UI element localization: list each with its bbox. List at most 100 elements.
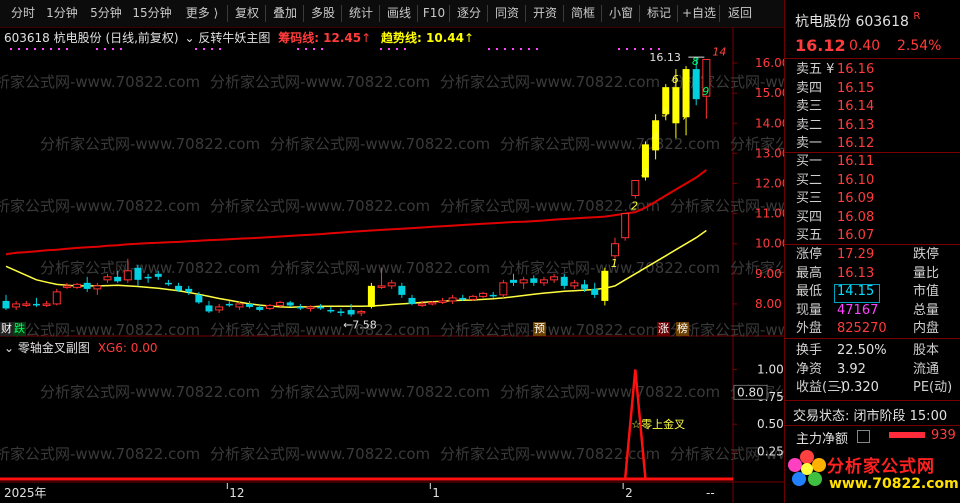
tab-5min[interactable]: 5分钟 <box>84 0 128 27</box>
btn-same-fund[interactable]: 同资 <box>488 0 526 27</box>
btn-mark[interactable]: 标记 <box>640 0 678 27</box>
price-change-pct: 2.54% <box>897 38 942 54</box>
btn-back[interactable]: 返回 <box>720 0 760 27</box>
candle-body <box>73 283 82 288</box>
top-marker-dot <box>488 48 490 50</box>
bid-row[interactable]: 买二 16.10 <box>785 172 960 190</box>
row-value: 16.07 <box>837 228 875 243</box>
candle-body <box>215 306 224 311</box>
candle-body <box>631 179 640 197</box>
sub-indicator-name[interactable]: 零轴金叉副图 <box>18 341 90 355</box>
tab-more[interactable]: 更多 ⟩ <box>176 0 228 27</box>
y-tick-label: 8.00 <box>755 297 782 311</box>
btn-restore[interactable]: 复权 <box>228 0 266 27</box>
row-label-2: PE(动) <box>913 380 953 395</box>
candle-body <box>246 303 254 307</box>
finance-flag[interactable]: 财 <box>0 322 13 336</box>
wave-label: 4 <box>651 130 658 143</box>
candle-body <box>134 267 142 280</box>
row-value: 16.09 <box>837 191 875 206</box>
ask-row[interactable]: 卖二 16.13 <box>785 117 960 135</box>
stat-row[interactable]: 最高 16.13 量比 <box>785 265 960 283</box>
row-value: 16.10 <box>837 172 875 188</box>
divider <box>785 338 960 339</box>
bid-row[interactable]: 买三 16.09 <box>785 190 960 208</box>
top-marker-dot <box>536 48 538 50</box>
rank-flag[interactable]: 榜 <box>676 322 689 336</box>
ask-row[interactable]: 卖四 16.15 <box>785 80 960 98</box>
btn-draw[interactable]: 画线 <box>380 0 418 27</box>
chevron-down-icon[interactable]: ⌄ <box>184 31 194 45</box>
limit-up-flag[interactable]: 涨 <box>657 322 670 336</box>
btn-open-fund[interactable]: 开资 <box>526 0 564 27</box>
top-marker-dot <box>380 48 382 50</box>
sub-y-tick-label: 0.25 <box>757 445 784 459</box>
candle-body <box>418 303 427 306</box>
forecast-flag[interactable]: 预 <box>533 322 546 336</box>
bid-row[interactable]: 买五 16.07 <box>785 227 960 245</box>
tab-timeshare[interactable]: 分时 <box>6 0 40 27</box>
btn-tick[interactable]: 逐分 <box>450 0 488 27</box>
top-marker-dot <box>42 48 44 50</box>
candle-body <box>276 301 285 306</box>
candle-body <box>591 288 599 295</box>
watermark-text: 分析家公式网-www.70822.com <box>210 197 430 215</box>
top-marker-dot <box>626 48 628 50</box>
candle-body <box>154 273 162 277</box>
stat-row[interactable]: 涨停 17.29 跌停 <box>785 246 960 264</box>
stat-row[interactable]: 现量 47167 总量 <box>785 302 960 320</box>
candle-body <box>672 87 680 124</box>
top-marker-dot <box>10 48 12 50</box>
quote-panel: 杭电股份 603618 R 16.12 0.40 2.54% 交易状态: 闭市阶… <box>784 0 960 503</box>
chevron-down-icon[interactable]: ⌄ <box>4 341 14 355</box>
wave-label: 2 <box>631 200 638 213</box>
x-tick-label: 2 <box>625 486 633 500</box>
ask-row[interactable]: 卖五 ¥16.16 <box>785 61 960 79</box>
toggle-icon[interactable] <box>857 430 870 443</box>
ask-row[interactable]: 卖一 16.12 <box>785 135 960 153</box>
y-tick-label: 16.00 <box>755 56 784 70</box>
drop-flag[interactable]: 跌 <box>13 322 26 336</box>
candle-body <box>581 284 589 289</box>
candle-body <box>114 276 122 282</box>
btn-add-watch[interactable]: +自选 <box>678 0 720 27</box>
top-marker-dot <box>634 48 636 50</box>
candle-body <box>398 285 406 295</box>
bid-row[interactable]: 买一 16.11 <box>785 153 960 171</box>
row-value: 16.13 <box>837 265 875 281</box>
candle-body <box>621 213 630 239</box>
y-tick-label: 12.00 <box>755 176 784 190</box>
candle-body <box>175 285 183 291</box>
top-marker-dot <box>305 48 307 50</box>
bid-row[interactable]: 买四 16.08 <box>785 209 960 227</box>
wave-label: 9 <box>702 85 709 98</box>
candle-body <box>22 303 31 306</box>
btn-stats[interactable]: 统计 <box>342 0 380 27</box>
btn-overlay[interactable]: 叠加 <box>266 0 304 27</box>
divider <box>785 58 960 59</box>
indicator-name[interactable]: 反转牛妖主图 <box>198 31 270 45</box>
stat-row[interactable]: 外盘 825270 内盘 <box>785 320 960 338</box>
x-tick-label: 12 <box>229 486 244 500</box>
xg6-value-label: XG6: 0.00 <box>97 341 158 355</box>
candle-body <box>12 303 21 308</box>
tab-15min[interactable]: 15分钟 <box>128 0 176 27</box>
stat-row[interactable]: 净资 3.92 流通 <box>785 361 960 379</box>
flower-logo-icon <box>788 450 826 486</box>
row-label: 买二 <box>796 172 823 188</box>
top-marker-dot <box>321 48 323 50</box>
candle-body <box>256 306 264 310</box>
stat-row[interactable]: 换手 22.50% 股本 <box>785 342 960 360</box>
btn-simple[interactable]: 简框 <box>564 0 602 27</box>
btn-multi[interactable]: 多股 <box>304 0 342 27</box>
candle-body <box>42 303 51 306</box>
btn-small-window[interactable]: 小窗 <box>602 0 640 27</box>
btn-f10[interactable]: F10 <box>418 0 450 27</box>
tab-1min[interactable]: 1分钟 <box>40 0 84 27</box>
top-marker-dot <box>642 48 644 50</box>
ask-row[interactable]: 卖三 16.14 <box>785 98 960 116</box>
top-marker-dot <box>650 48 652 50</box>
stat-row[interactable]: 收益(三) -0.320 PE(动) <box>785 379 960 397</box>
up-arrow-icon: ↑ <box>361 31 372 45</box>
low-price-box <box>834 284 880 303</box>
